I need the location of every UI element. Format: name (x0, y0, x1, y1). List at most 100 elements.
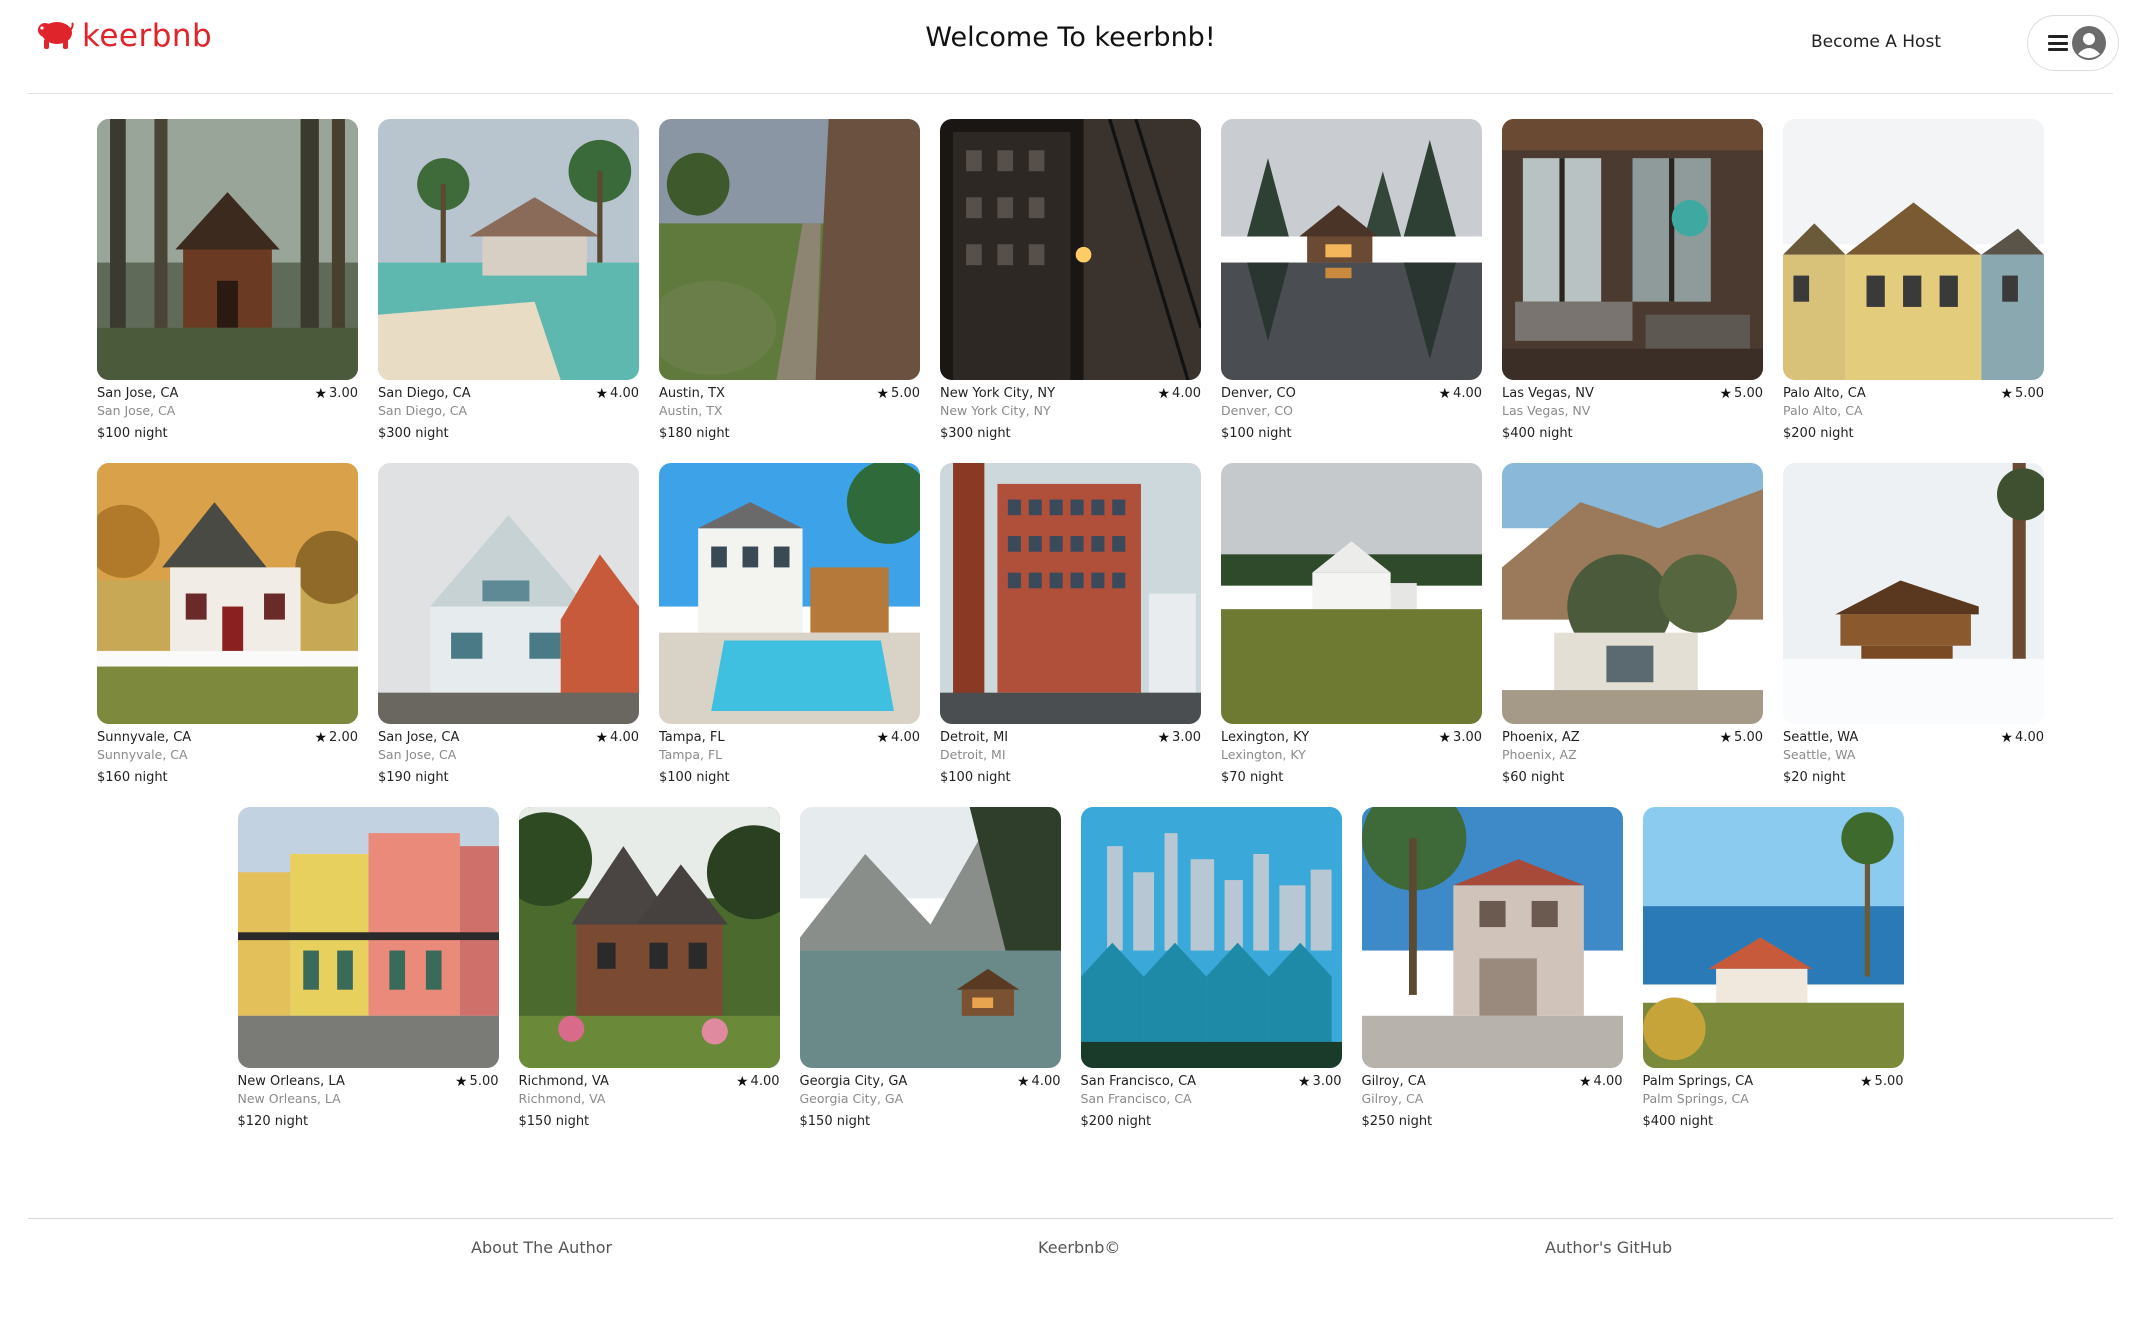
listing-rating: ★ 5.00 (1719, 386, 1763, 402)
star-icon: ★ (595, 729, 609, 746)
listing-price: $100 night (97, 426, 168, 441)
listing-card[interactable]: San Diego, CA ★ 4.00 San Diego, CA $300 nigh… (378, 119, 639, 447)
listing-location: Georgia City, GA (799, 1074, 908, 1089)
listing-price: $250 night (1361, 1114, 1433, 1129)
listing-photo[interactable] (378, 463, 639, 724)
listing-price: $100 night (1221, 426, 1292, 441)
about-author-link[interactable]: About The Author (471, 1238, 612, 1257)
listing-photo[interactable] (378, 119, 639, 380)
rating-value: 5.00 (469, 1074, 499, 1089)
listing-photo[interactable] (97, 119, 358, 380)
listing-photo[interactable] (1221, 119, 1482, 380)
rating-value: 5.00 (1734, 386, 1763, 401)
listing-header: San Francisco, CA ★ 3.00 (1081, 1073, 1342, 1090)
listing-header: Seattle, WA ★ 4.00 (1783, 729, 2044, 746)
listing-subtitle: Austin, TX (659, 403, 723, 418)
listing-card[interactable]: San Jose, CA ★ 4.00 San Jose, CA $190 night (378, 463, 639, 791)
listing-card[interactable]: Sunnyvale, CA ★ 2.00 Sunnyvale, CA $160 nigh… (97, 463, 358, 791)
listing-card[interactable]: Detroit, MI ★ 3.00 Detroit, MI $100 night (940, 463, 1201, 791)
listing-photo[interactable] (1783, 463, 2044, 724)
listing-photo[interactable] (1783, 119, 2044, 380)
listing-subtitle: Lexington, KY (1221, 747, 1306, 762)
listing-card[interactable]: Georgia City, GA ★ 4.00 Georgia City, GA $15… (799, 807, 1061, 1135)
listing-photo[interactable] (237, 807, 499, 1068)
listing-rating: ★ 5.00 (1719, 730, 1763, 746)
listing-photo[interactable] (940, 463, 1201, 724)
listing-card[interactable]: Lexington, KY ★ 3.00 Lexington, KY $70 night (1221, 463, 1482, 791)
star-icon: ★ (1719, 729, 1733, 746)
listing-location: San Diego, CA (378, 386, 471, 401)
star-icon: ★ (1438, 385, 1452, 402)
listing-location: Denver, CO (1221, 386, 1296, 401)
listing-card[interactable]: Las Vegas, NV ★ 5.00 Las Vegas, NV $400 nigh… (1502, 119, 1763, 447)
listing-photo[interactable] (1361, 807, 1623, 1068)
rating-value: 4.00 (1031, 1074, 1061, 1089)
listing-location: New Orleans, LA (237, 1074, 345, 1089)
listing-subtitle: New Orleans, LA (237, 1091, 341, 1106)
star-icon: ★ (1297, 1073, 1311, 1090)
hamburger-icon (2048, 35, 2068, 51)
rating-value: 4.00 (610, 386, 639, 401)
listing-photo[interactable] (659, 119, 920, 380)
listing-photo[interactable] (1080, 807, 1342, 1068)
listing-rating: ★ 4.00 (1157, 386, 1201, 402)
star-icon: ★ (876, 729, 890, 746)
rating-value: 5.00 (2015, 386, 2044, 401)
listing-card[interactable]: New Orleans, LA ★ 5.00 New Orleans, LA $120 … (237, 807, 499, 1135)
become-host-link[interactable]: Become A Host (1811, 32, 1941, 52)
profile-menu-button[interactable] (2027, 15, 2119, 71)
listing-price: $200 night (1783, 426, 1854, 441)
listing-photo[interactable] (659, 463, 920, 724)
listing-location: Lexington, KY (1221, 730, 1310, 745)
listing-price: $150 night (799, 1114, 871, 1129)
listing-photo[interactable] (1502, 463, 1763, 724)
listing-price: $60 night (1502, 770, 1565, 785)
listing-card[interactable]: Seattle, WA ★ 4.00 Seattle, WA $20 night (1783, 463, 2044, 791)
star-icon: ★ (1578, 1073, 1592, 1090)
listing-rating: ★ 4.00 (1438, 386, 1482, 402)
listing-subtitle: Gilroy, CA (1361, 1091, 1424, 1106)
listing-card[interactable]: New York City, NY ★ 4.00 New York City, NY $… (940, 119, 1201, 447)
listing-photo[interactable] (97, 463, 358, 724)
rating-value: 3.00 (1453, 730, 1482, 745)
listing-card[interactable]: Tampa, FL ★ 4.00 Tampa, FL $100 night (659, 463, 920, 791)
star-icon: ★ (735, 1073, 749, 1090)
listing-row: San Jose, CA ★ 3.00 San Jose, CA $100 night S… (0, 119, 2141, 447)
star-icon: ★ (595, 385, 609, 402)
listing-photo[interactable] (1502, 119, 1763, 380)
listing-location: Detroit, MI (940, 730, 1009, 745)
listing-card[interactable]: Gilroy, CA ★ 4.00 Gilroy, CA $250 night (1361, 807, 1623, 1135)
listing-subtitle: Las Vegas, NV (1502, 403, 1591, 418)
listing-photo[interactable] (940, 119, 1201, 380)
listing-location: Palo Alto, CA (1783, 386, 1866, 401)
listing-photo[interactable] (799, 807, 1061, 1068)
top-navbar: keerbnb Welcome To keerbnb! Become A Hos… (0, 0, 2141, 94)
listing-header: Lexington, KY ★ 3.00 (1221, 729, 1482, 746)
listing-card[interactable]: Palm Springs, CA ★ 5.00 Palm Springs, CA $40… (1642, 807, 1904, 1135)
listing-header: Palo Alto, CA ★ 5.00 (1783, 385, 2044, 402)
listing-header: Las Vegas, NV ★ 5.00 (1502, 385, 1763, 402)
listing-card[interactable]: San Francisco, CA ★ 3.00 San Francisco, CA $… (1080, 807, 1342, 1135)
listing-card[interactable]: San Jose, CA ★ 3.00 San Jose, CA $100 night (97, 119, 358, 447)
listing-location: San Jose, CA (378, 730, 460, 745)
listing-header: Gilroy, CA ★ 4.00 (1362, 1073, 1623, 1090)
listing-card[interactable]: Richmond, VA ★ 4.00 Richmond, VA $150 night (518, 807, 780, 1135)
listing-row: New Orleans, LA ★ 5.00 New Orleans, LA $120 … (0, 807, 2141, 1135)
listing-card[interactable]: Austin, TX ★ 5.00 Austin, TX $180 night (659, 119, 920, 447)
listing-header: Palm Springs, CA ★ 5.00 (1643, 1073, 1904, 1090)
listing-price: $300 night (378, 426, 449, 441)
listing-subtitle: New York City, NY (940, 403, 1051, 418)
listing-photo[interactable] (518, 807, 780, 1068)
listing-photo[interactable] (1642, 807, 1904, 1068)
rating-value: 4.00 (610, 730, 639, 745)
github-link[interactable]: Author's GitHub (1545, 1238, 1672, 1257)
listing-card[interactable]: Denver, CO ★ 4.00 Denver, CO $100 night (1221, 119, 1482, 447)
listing-rating: ★ 5.00 (2000, 386, 2044, 402)
listing-price: $300 night (940, 426, 1011, 441)
listing-subtitle: San Francisco, CA (1080, 1091, 1192, 1106)
listing-subtitle: Tampa, FL (659, 747, 723, 762)
listing-card[interactable]: Palo Alto, CA ★ 5.00 Palo Alto, CA $200 nigh… (1783, 119, 2044, 447)
star-icon: ★ (314, 729, 328, 746)
listing-card[interactable]: Phoenix, AZ ★ 5.00 Phoenix, AZ $60 night (1502, 463, 1763, 791)
listing-photo[interactable] (1221, 463, 1482, 724)
